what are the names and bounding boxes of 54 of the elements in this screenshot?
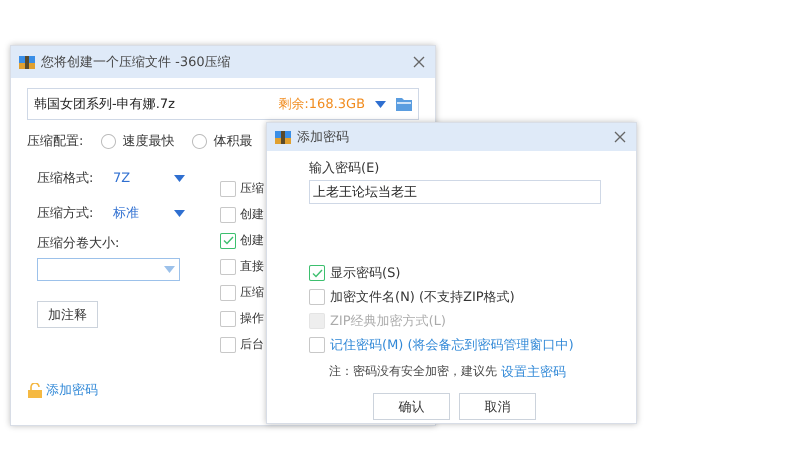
format-dropdown[interactable]: 7Z — [113, 170, 185, 186]
checkbox[interactable] — [220, 206, 236, 222]
field-label: 压缩方式: — [37, 205, 94, 222]
checkbox[interactable] — [220, 232, 236, 248]
password-field[interactable]: 上老王论坛当老王 — [309, 180, 601, 204]
option-label: 压缩 — [240, 180, 264, 197]
folder-icon[interactable] — [396, 97, 412, 111]
caret-icon — [375, 100, 386, 108]
caret-icon — [164, 266, 175, 273]
master-password-link[interactable]: 设置主密码 — [501, 363, 566, 381]
checkbox[interactable] — [309, 337, 325, 353]
option-label: 记住密码(M) (将会备忘到密码管理窗口中) — [330, 337, 574, 354]
window-title: 您将创建一个压缩文件 -360压缩 — [41, 54, 232, 71]
checkbox[interactable] — [220, 284, 236, 300]
check-icon — [222, 236, 234, 245]
checkbox[interactable] — [220, 310, 236, 326]
archive-icon — [19, 54, 35, 70]
split-size-dropdown[interactable] — [37, 258, 180, 281]
radio-option[interactable]: 体积最 — [192, 132, 252, 150]
checkbox[interactable] — [220, 180, 236, 196]
checkbox[interactable] — [220, 258, 236, 274]
free-space: 剩余:168.3GB — [278, 96, 365, 113]
radio-option[interactable]: 速度最快 — [101, 132, 174, 150]
option-label: 创建 — [240, 206, 264, 223]
option-label: 后台 — [240, 336, 264, 353]
add-password-link[interactable]: 添加密码 — [46, 381, 98, 399]
archive-icon — [275, 129, 291, 145]
option-label: 直接 — [240, 258, 264, 275]
checkbox[interactable] — [309, 289, 325, 305]
field-label: 压缩格式: — [37, 170, 94, 187]
option-label: 加密文件名(N) (不支持ZIP格式) — [330, 289, 515, 306]
close-icon[interactable] — [413, 56, 425, 68]
method-dropdown[interactable]: 标准 — [113, 204, 185, 222]
option-label: 操作 — [240, 310, 264, 327]
field-label: 输入密码(E) — [309, 160, 380, 177]
option-label: ZIP经典加密方式(L) — [330, 313, 446, 330]
checkbox[interactable] — [220, 336, 236, 352]
note-text: 注：密码没有安全加密，建议先 — [329, 363, 497, 380]
confirm-button[interactable]: 确认 — [373, 393, 450, 420]
option-label: 显示密码(S) — [330, 265, 400, 282]
field-label: 压缩配置: — [27, 133, 84, 150]
option-label: 创建 — [240, 232, 264, 249]
comment-button[interactable]: 加注释 — [37, 301, 98, 328]
close-icon[interactable] — [614, 131, 626, 143]
caret-icon — [174, 210, 185, 216]
caret-icon — [174, 174, 185, 182]
check-icon — [312, 268, 322, 278]
file-path-field[interactable]: 韩国女团系列-申有娜.7z 剩余:168.3GB — [27, 88, 419, 120]
field-label: 压缩分卷大小: — [37, 235, 120, 252]
dialog-title: 添加密码 — [297, 129, 350, 146]
checkbox[interactable] — [309, 265, 325, 281]
padlock-icon — [28, 382, 42, 398]
option-label: 压缩 — [240, 284, 264, 301]
cancel-button[interactable]: 取消 — [459, 393, 536, 420]
